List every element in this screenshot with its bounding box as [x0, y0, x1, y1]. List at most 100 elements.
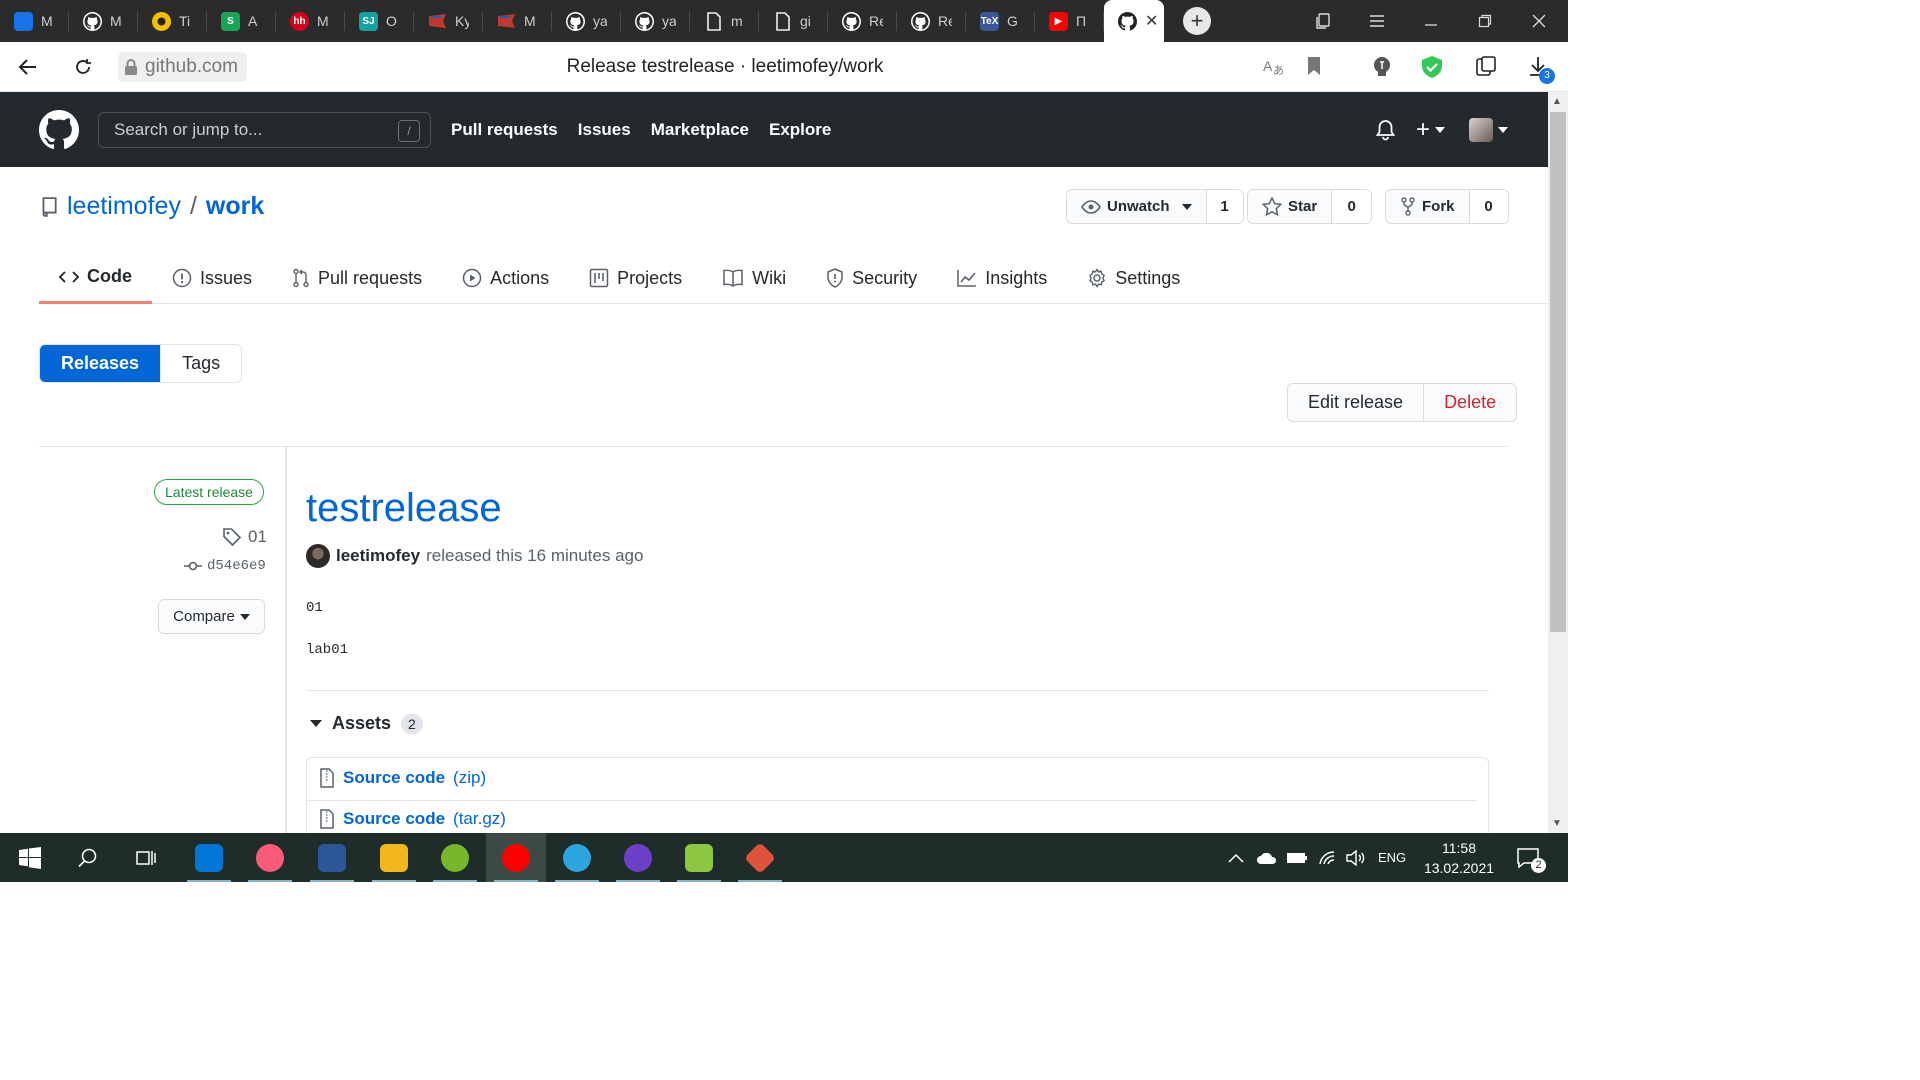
browser-tab-active[interactable]: ✕	[1104, 0, 1164, 42]
user-menu[interactable]	[1469, 118, 1508, 142]
star-button[interactable]: Star	[1248, 190, 1333, 223]
browser-tab[interactable]: Ky	[414, 0, 483, 42]
compare-button[interactable]: Compare	[158, 599, 265, 634]
edit-release-button[interactable]: Edit release	[1288, 384, 1423, 421]
tab-issues[interactable]: Issues	[152, 252, 272, 304]
youtube-icon: ▶	[1049, 11, 1068, 31]
watch-count[interactable]: 1	[1206, 190, 1243, 223]
restore-icon[interactable]	[1458, 0, 1512, 42]
book-icon	[722, 269, 744, 287]
release-tag[interactable]: 01	[222, 527, 267, 547]
browser-tab[interactable]: gi	[759, 0, 828, 42]
volume-icon[interactable]	[1346, 833, 1366, 882]
battery-icon[interactable]	[1286, 833, 1308, 882]
notifications-bell-icon[interactable]	[1375, 119, 1396, 141]
menu-icon[interactable]	[1350, 0, 1404, 42]
browser-tab[interactable]: M	[0, 0, 69, 42]
taskbar-app-utorrent[interactable]	[425, 833, 485, 882]
asset-link[interactable]: Source code (zip)	[319, 768, 486, 788]
browser-tab[interactable]: hh M	[276, 0, 345, 42]
taskbar-app-git-extensions[interactable]	[730, 833, 790, 882]
search-input[interactable]: Search or jump to... /	[98, 112, 431, 148]
tab-security[interactable]: Security	[806, 252, 937, 304]
browser-tab[interactable]: Re	[897, 0, 966, 42]
task-view-icon[interactable]	[116, 833, 176, 882]
releases-tab[interactable]: Releases	[40, 345, 161, 382]
show-hidden-icons-icon[interactable]	[1228, 833, 1244, 882]
release-author[interactable]: leetimofey	[336, 546, 420, 566]
taskbar-app-store[interactable]	[179, 833, 239, 882]
fork-count[interactable]: 0	[1469, 190, 1508, 223]
repo-name-link[interactable]: work	[206, 192, 264, 221]
nav-issues[interactable]: Issues	[578, 120, 631, 140]
clock[interactable]: 11:58 13.02.2021	[1418, 838, 1500, 878]
tab-wiki[interactable]: Wiki	[702, 252, 806, 304]
tags-tab[interactable]: Tags	[160, 345, 241, 382]
shield-check-icon[interactable]	[1420, 55, 1444, 79]
taskbar-app-yandex-browser[interactable]	[486, 833, 546, 882]
wifi-icon[interactable]	[1318, 833, 1336, 882]
tab-projects[interactable]: Projects	[569, 252, 702, 304]
extensions-icon[interactable]	[1474, 55, 1498, 79]
unwatch-button[interactable]: Unwatch	[1067, 190, 1207, 223]
project-icon	[589, 268, 609, 288]
collections-icon[interactable]	[1296, 0, 1350, 42]
browser-tab-label: M	[110, 13, 122, 29]
browser-tab[interactable]: TeX G	[966, 0, 1035, 42]
asset-link[interactable]: Source code (tar.gz)	[307, 800, 1477, 829]
close-window-icon[interactable]	[1512, 0, 1566, 42]
delete-release-button[interactable]: Delete	[1423, 384, 1516, 421]
chevron-down-icon	[239, 613, 250, 620]
taskbar-app-telegram[interactable]	[547, 833, 607, 882]
tab-code[interactable]: Code	[39, 252, 152, 304]
taskbar-app-file-explorer[interactable]	[364, 833, 424, 882]
tab-settings[interactable]: Settings	[1067, 252, 1200, 304]
browser-tab[interactable]: Re	[828, 0, 897, 42]
nav-pull-requests[interactable]: Pull requests	[451, 120, 558, 140]
fork-button[interactable]: Fork	[1386, 190, 1470, 223]
onedrive-icon[interactable]	[1256, 833, 1278, 882]
browser-tab[interactable]: M	[483, 0, 552, 42]
lightbulb-icon[interactable]	[1371, 55, 1393, 79]
browser-tab[interactable]: ya	[621, 0, 690, 42]
tab-insights[interactable]: Insights	[937, 252, 1067, 304]
tab-actions[interactable]: Actions	[442, 252, 569, 304]
release-commit[interactable]: d54e6e9	[184, 558, 266, 574]
taskbar-app-notepad-plus[interactable]	[669, 833, 729, 882]
action-center[interactable]: 2	[1516, 833, 1546, 882]
repo-owner-link[interactable]: leetimofey	[67, 192, 181, 221]
taskbar-app-word[interactable]	[302, 833, 362, 882]
create-new-menu[interactable]: +	[1416, 116, 1446, 144]
taskbar-app-itunes[interactable]	[240, 833, 300, 882]
minimize-icon[interactable]	[1404, 0, 1458, 42]
browser-tab[interactable]: Ti	[138, 0, 207, 42]
nav-marketplace[interactable]: Marketplace	[651, 120, 749, 140]
search-placeholder: Search or jump to...	[114, 120, 263, 139]
translate-icon[interactable]: Aあ	[1262, 55, 1284, 77]
browser-tab[interactable]: m	[690, 0, 759, 42]
new-tab-button[interactable]: +	[1183, 7, 1211, 35]
scroll-down-icon[interactable]: ▼	[1552, 818, 1562, 829]
avatar[interactable]	[306, 544, 330, 568]
browser-tab[interactable]: ▶ П	[1035, 0, 1104, 42]
browser-tab[interactable]: M	[69, 0, 138, 42]
language-indicator[interactable]: ENG	[1378, 833, 1406, 882]
search-icon[interactable]	[58, 833, 118, 882]
taskbar-app-github-desktop[interactable]	[608, 833, 668, 882]
nav-explore[interactable]: Explore	[769, 120, 831, 140]
tab-pull-requests[interactable]: Pull requests	[272, 252, 442, 304]
tex-icon: TeX	[980, 11, 999, 31]
release-title[interactable]: testrelease	[306, 486, 502, 531]
browser-tab[interactable]: SA	[207, 0, 276, 42]
start-button[interactable]	[0, 833, 60, 882]
scrollbar-thumb[interactable]	[1550, 112, 1566, 632]
browser-tab[interactable]: ya	[552, 0, 621, 42]
close-tab-icon[interactable]: ✕	[1145, 11, 1158, 31]
browser-tab[interactable]: SJ O	[345, 0, 414, 42]
bookmark-icon[interactable]	[1305, 55, 1323, 77]
assets-toggle[interactable]: Assets 2	[310, 713, 423, 734]
scroll-up-icon[interactable]: ▲	[1552, 96, 1562, 107]
github-logo-icon[interactable]	[39, 110, 79, 150]
star-count[interactable]: 0	[1332, 190, 1372, 223]
vertical-scrollbar[interactable]: ▲ ▼	[1548, 92, 1568, 833]
